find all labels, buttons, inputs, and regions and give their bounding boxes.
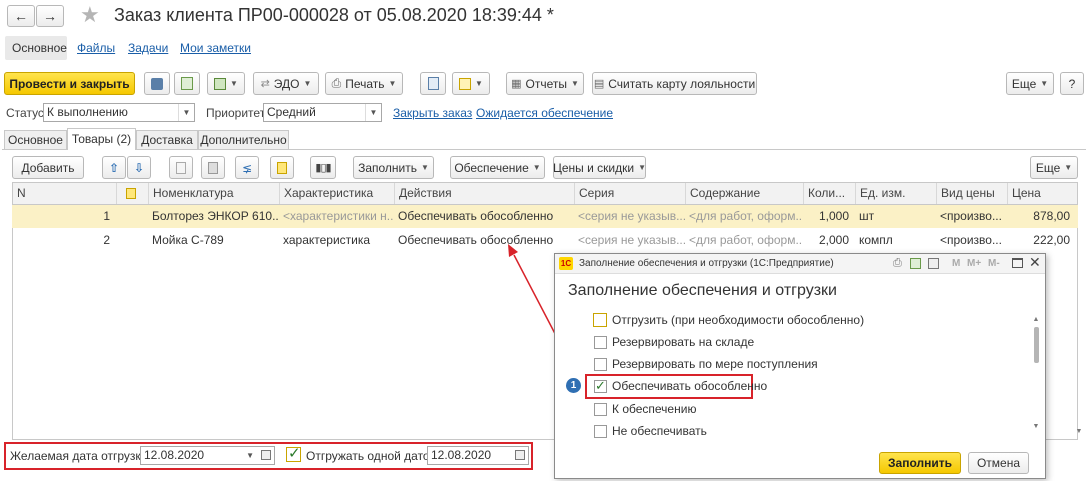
1c-logo-icon: 1С bbox=[559, 257, 573, 270]
option-no-provide-label: Не обеспечивать bbox=[612, 424, 707, 438]
maximize-icon[interactable] bbox=[1012, 258, 1023, 268]
option-no-provide-checkbox[interactable] bbox=[594, 425, 607, 438]
print-icon[interactable]: ⎙ bbox=[893, 257, 902, 270]
dialog-titlebar: 1С Заполнение обеспечения и отгрузки (1С… bbox=[555, 254, 1045, 274]
option-separate-label: Обеспечивать обособленно bbox=[612, 379, 768, 393]
option-ship-checkbox[interactable] bbox=[593, 313, 607, 327]
calendar-icon[interactable] bbox=[928, 258, 939, 269]
scroll-down-icon: ▼ bbox=[1032, 423, 1040, 430]
table-icon[interactable] bbox=[910, 258, 921, 269]
option-reserve-warehouse-checkbox[interactable] bbox=[594, 336, 607, 349]
memory-mminus-icon[interactable]: M- bbox=[988, 258, 1000, 269]
option-reserve-incoming-checkbox[interactable] bbox=[594, 358, 607, 371]
option-separate-checkbox[interactable] bbox=[594, 378, 607, 394]
dialog-cancel-button[interactable]: Отмена bbox=[968, 452, 1029, 474]
option-ship-label: Отгрузить (при необходимости обособленно… bbox=[612, 313, 865, 327]
option-to-provide-label: К обеспечению bbox=[612, 402, 697, 416]
dialog-scrollbar[interactable]: ▲ ▼ bbox=[1031, 316, 1041, 438]
memory-mplus-icon[interactable]: M+ bbox=[967, 258, 981, 269]
dialog-fill-button[interactable]: Заполнить bbox=[879, 452, 961, 474]
scroll-thumb[interactable] bbox=[1033, 327, 1039, 363]
fill-provision-dialog: 1С Заполнение обеспечения и отгрузки (1С… bbox=[554, 253, 1046, 479]
scroll-up-icon: ▲ bbox=[1032, 316, 1040, 323]
close-icon[interactable]: ✕ bbox=[1029, 254, 1041, 271]
option-reserve-warehouse-label: Резервировать на складе bbox=[612, 335, 755, 349]
memory-m-icon[interactable]: M bbox=[952, 258, 960, 269]
option-to-provide-checkbox[interactable] bbox=[594, 403, 607, 416]
option-reserve-incoming-label: Резервировать по мере поступления bbox=[612, 357, 818, 371]
dialog-heading: Заполнение обеспечения и отгрузки bbox=[568, 282, 837, 299]
dialog-window-title: Заполнение обеспечения и отгрузки (1С:Пр… bbox=[579, 258, 834, 269]
step-badge: 1 bbox=[566, 378, 581, 393]
